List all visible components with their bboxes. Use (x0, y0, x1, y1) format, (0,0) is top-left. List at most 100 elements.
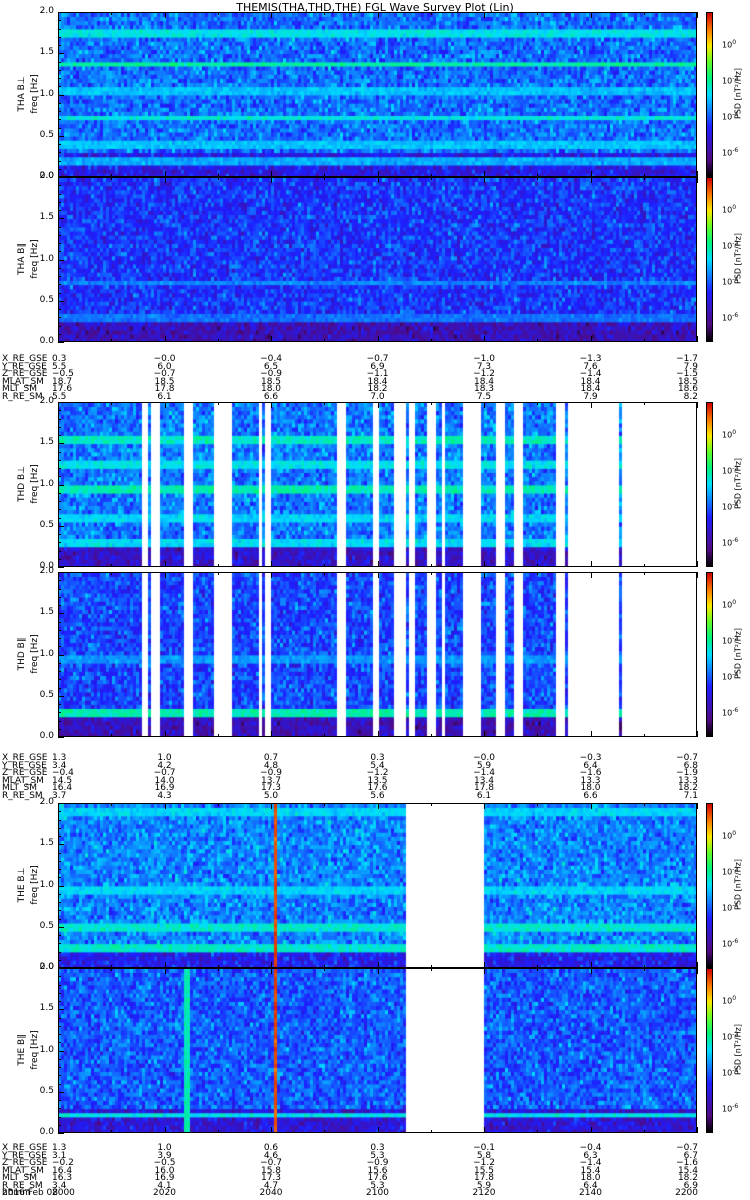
colorbar-tick-base: 10 (722, 1105, 733, 1115)
y-minor-tick (58, 885, 61, 887)
x-tick-mark (324, 734, 326, 737)
y-minor-tick (58, 484, 61, 486)
x-tick-mark (111, 564, 113, 567)
x-tick-mark (590, 402, 592, 408)
colorbar-tick-base: 10 (722, 996, 733, 1006)
x-tick-mark (484, 1127, 485, 1133)
x-tick-mark (217, 968, 219, 971)
y-minor-tick (58, 234, 61, 236)
x-tick-mark (537, 564, 539, 567)
y-minor-tick (58, 193, 61, 195)
y-minor-tick (58, 1100, 61, 1101)
x-tick-mark (377, 402, 379, 408)
ephemeris-value: 2120 (472, 1188, 496, 1198)
y-minor-tick (58, 844, 61, 846)
colorbar (706, 177, 713, 342)
y-minor-tick (58, 78, 61, 79)
y-minor-tick (58, 654, 61, 656)
y-minor-tick (58, 185, 61, 187)
x-tick-mark (643, 803, 645, 806)
y-minor-tick (58, 943, 61, 945)
colorbar-tick-base: 10 (722, 903, 733, 913)
y-minor-tick (58, 135, 61, 137)
colorbar-tick-base: 10 (722, 672, 733, 682)
x-tick-mark (430, 572, 432, 575)
x-tick-mark (697, 572, 698, 578)
x-tick-mark (164, 572, 166, 578)
x-tick-mark (271, 177, 272, 183)
y-minor-tick (58, 951, 61, 953)
ephemeris-row-name: R_RE_SM (2, 790, 43, 801)
y-minor-tick (58, 542, 61, 544)
y-minor-tick (58, 509, 61, 511)
colorbar-label: PSD [nT²/Hz] (733, 1023, 743, 1075)
x-tick-mark (164, 12, 166, 18)
y-minor-tick (58, 94, 61, 96)
x-tick-mark (111, 12, 113, 15)
y-tick-mark (58, 1133, 64, 1134)
x-tick-mark (697, 402, 698, 408)
y-minor-tick (58, 267, 61, 269)
colorbar-tick-base: 10 (722, 600, 733, 610)
ephemeris-value: 7.1 (683, 790, 698, 801)
x-tick-mark (217, 402, 219, 405)
y-minor-tick (58, 902, 61, 903)
x-tick-mark (430, 564, 432, 567)
colorbar-tick-base: 10 (722, 1068, 733, 1078)
y-minor-tick (58, 152, 61, 154)
x-tick-mark (164, 561, 166, 567)
x-tick-mark (484, 803, 485, 809)
y-minor-tick (58, 517, 61, 519)
x-tick-mark (590, 803, 592, 809)
x-tick-mark (590, 731, 592, 737)
freq-axis-label: freq [Hz] (30, 864, 40, 905)
y-minor-tick (58, 69, 61, 71)
colorbar-tick-base: 10 (722, 867, 733, 877)
y-minor-tick (58, 426, 61, 428)
x-tick-mark (377, 177, 379, 183)
y-minor-tick (58, 119, 61, 121)
colorbar-tick-base: 10 (722, 539, 733, 549)
colorbar-tick-base: 10 (722, 466, 733, 476)
y-minor-tick (58, 53, 61, 55)
x-tick-mark (324, 564, 326, 567)
ephemeris-value: 5.0 (263, 790, 279, 801)
x-tick-mark (643, 177, 645, 180)
freq-axis-label: freq [Hz] (30, 73, 40, 114)
x-tick-mark (217, 734, 219, 737)
panel-label: THA B⊥ (17, 75, 27, 112)
x-tick-mark (537, 734, 539, 737)
y-minor-tick (58, 1034, 61, 1035)
x-tick-mark (430, 1130, 432, 1133)
y-minor-tick (58, 20, 61, 22)
y-minor-tick (58, 918, 61, 920)
colorbar-label: PSD [nT²/Hz] (733, 67, 743, 119)
y-minor-tick (58, 720, 61, 722)
ephemeris-value: 7.5 (476, 391, 492, 402)
x-tick-mark (484, 731, 485, 737)
colorbar-tick-base: 10 (722, 149, 733, 159)
y-minor-tick (58, 28, 61, 30)
y-minor-tick (58, 309, 61, 310)
x-tick-mark (377, 572, 379, 578)
x-tick-mark (324, 572, 326, 575)
ephemeris-value: 6.6 (583, 790, 598, 801)
y-minor-tick (58, 712, 61, 714)
y-minor-tick (58, 605, 61, 606)
wave-survey-plot: THEMIS(THA,THD,THE) FGL Wave Survey Plot… (0, 0, 750, 1200)
freq-axis-label: freq [Hz] (30, 1029, 40, 1070)
x-tick-mark (537, 968, 539, 971)
colorbar-tick-base: 10 (722, 1032, 733, 1042)
x-tick-mark (590, 561, 592, 567)
spectrogram-panel: 0.0 0.5 1.0 1.5 2.0 (40, 566, 698, 741)
y-minor-tick (58, 243, 61, 244)
colorbar-tick-base: 10 (722, 314, 733, 324)
x-tick-mark (111, 1130, 113, 1133)
y-minor-tick (58, 613, 61, 615)
x-tick-mark (590, 968, 592, 974)
y-minor-tick (58, 959, 61, 961)
colorbar-label: PSD [nT²/Hz] (733, 457, 743, 509)
y-minor-tick (58, 468, 61, 469)
x-tick-mark (697, 561, 698, 567)
x-tick-mark (377, 803, 379, 809)
